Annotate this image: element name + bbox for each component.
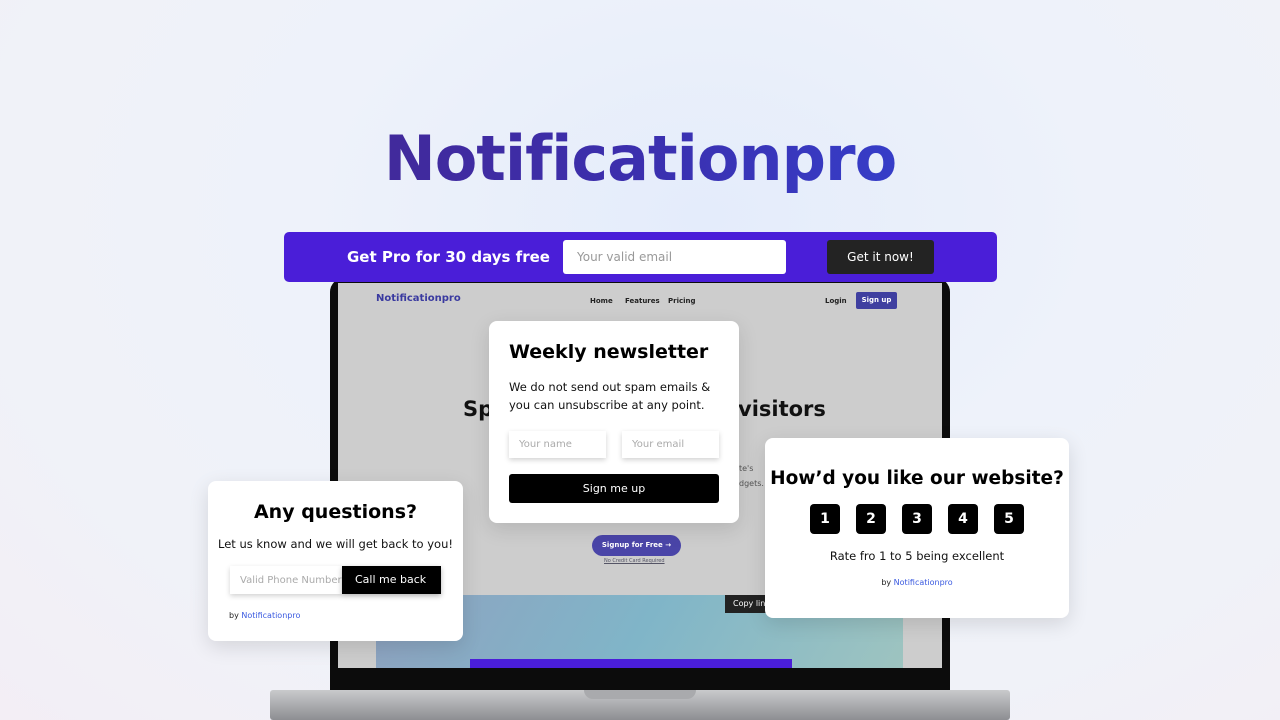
nav-login[interactable]: Login (825, 297, 847, 305)
rating-option-2[interactable]: 2 (856, 504, 886, 534)
by-label: by (229, 611, 239, 620)
laptop-notch (584, 690, 696, 699)
rating-option-5[interactable]: 5 (994, 504, 1024, 534)
call-me-back-button[interactable]: Call me back ✆ (342, 566, 441, 614)
site-logo[interactable]: Notificationpro (376, 293, 461, 304)
promo-email-input[interactable] (563, 240, 786, 274)
newsletter-title: Weekly newsletter (509, 341, 709, 363)
newsletter-text: We do not send out spam emails & you can… (509, 380, 711, 412)
rating-option-4[interactable]: 4 (948, 504, 978, 534)
brand-link[interactable]: Notificationpro (241, 611, 300, 620)
nav-signup-button[interactable]: Sign up (856, 292, 897, 309)
promo-text: Get Pro for 30 days free (347, 248, 550, 266)
get-it-now-button[interactable]: Get it now! (827, 240, 934, 274)
nav-pricing[interactable]: Pricing (668, 297, 696, 305)
nav-features[interactable]: Features (625, 297, 660, 305)
rating-option-3[interactable]: 3 (902, 504, 932, 534)
promo-banner: Get Pro for 30 days free Get it now! (284, 232, 997, 282)
hero-heading-right: visitors (738, 397, 826, 421)
rating-option-1[interactable]: 1 (810, 504, 840, 534)
nav-home[interactable]: Home (590, 297, 613, 305)
no-credit-card-link[interactable]: No Credit Card Required (604, 558, 665, 564)
rating-title: How’d you like our website? (770, 468, 1064, 489)
by-label: by (881, 578, 892, 587)
newsletter-name-input[interactable] (509, 431, 606, 458)
powered-by: by Notificationpro (229, 611, 300, 620)
rating-caption: Rate fro 1 to 5 being excellent (829, 549, 1005, 563)
call-me-back-label: Call me back (355, 573, 427, 586)
newsletter-email-input[interactable] (622, 431, 719, 458)
rating-popup: How’d you like our website? 1 2 3 4 5 Ra… (765, 438, 1069, 618)
phone-input[interactable] (230, 566, 342, 594)
brand-logo: Notificationpro (0, 122, 1280, 195)
brand-link[interactable]: Notificationpro (894, 578, 953, 587)
hero-text-fragment: te's (739, 464, 754, 473)
newsletter-popup: Weekly newsletter We do not send out spa… (489, 321, 739, 523)
sign-me-up-button[interactable]: Sign me up (509, 474, 719, 503)
questions-text: Let us know and we will get back to you! (218, 537, 453, 551)
powered-by: by Notificationpro (765, 578, 1069, 587)
hero-text-fragment: dgets. (739, 479, 764, 488)
questions-title: Any questions? (253, 501, 418, 523)
questions-popup: Any questions? Let us know and we will g… (208, 481, 463, 641)
signup-free-button[interactable]: Signup for Free → (592, 535, 681, 556)
phone-icon: ✆ (358, 601, 368, 614)
mini-banner (470, 659, 792, 668)
